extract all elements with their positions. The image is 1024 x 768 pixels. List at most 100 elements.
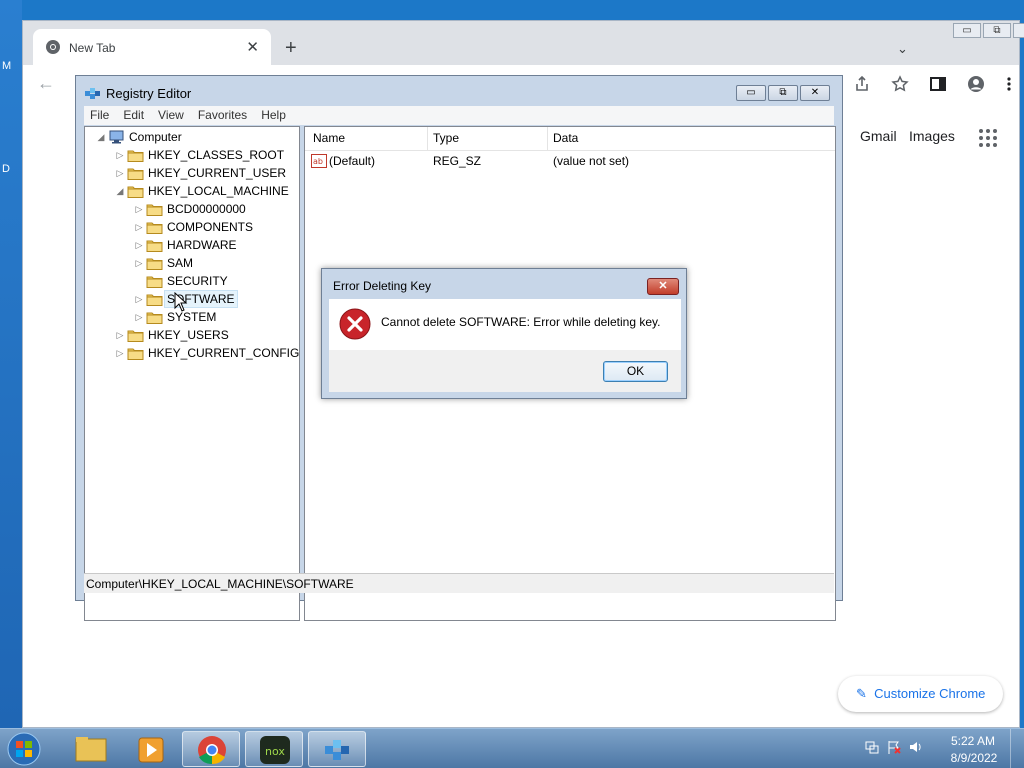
error-icon [339, 308, 371, 340]
expand-toggle-icon[interactable]: ▷ [134, 254, 144, 272]
tree-node-label: HKEY_LOCAL_MACHINE [148, 184, 289, 198]
folder-icon [146, 222, 163, 234]
tree-node[interactable]: ▷ SAM [85, 254, 299, 272]
expand-toggle-icon[interactable]: ▷ [115, 164, 125, 182]
start-button-icon[interactable] [4, 731, 44, 767]
sidebar-icon[interactable] [929, 75, 947, 93]
close-button[interactable]: ✕ [800, 85, 830, 101]
chrome-tab-strip: New Tab ✕ + ⌄ ▭⧉✕ [23, 21, 1024, 65]
customize-chrome-button[interactable]: ✎ Customize Chrome [838, 676, 1003, 712]
close-button[interactable]: ✕ [1013, 23, 1024, 38]
folder-icon [146, 294, 163, 306]
menu-favorites[interactable]: Favorites [198, 106, 247, 125]
profile-icon[interactable] [967, 75, 985, 93]
toolbar-icons [853, 75, 1013, 97]
flag-icon[interactable] [886, 739, 902, 755]
dialog-close-button[interactable]: ✕ [647, 278, 679, 295]
status-path: Computer\HKEY_LOCAL_MACHINE\SOFTWARE [86, 577, 354, 591]
nox-label: nox [265, 745, 285, 758]
menu-edit[interactable]: Edit [123, 106, 144, 125]
column-header-name[interactable]: Name [313, 131, 345, 145]
expand-toggle-icon[interactable]: ▷ [115, 146, 125, 164]
google-apps-icon[interactable] [979, 129, 997, 147]
tab-new-tab[interactable]: New Tab ✕ [33, 29, 271, 65]
chrome-icon[interactable] [182, 731, 240, 767]
tree-node[interactable]: ▷ HKEY_CURRENT_CONFIG [85, 344, 299, 362]
tree-node[interactable]: ◢ Computer [85, 128, 299, 146]
minimize-button[interactable]: ▭ [953, 23, 981, 38]
expand-toggle-icon[interactable]: ▷ [115, 326, 125, 344]
tab-search-chevron-icon[interactable]: ⌄ [897, 41, 908, 57]
expand-toggle-icon[interactable]: ◢ [115, 182, 125, 200]
menu-help[interactable]: Help [261, 106, 286, 125]
gmail-link[interactable]: Gmail [860, 128, 897, 144]
taskbar: nox 5:22 AM 8/9/2022 [0, 728, 1024, 768]
desktop-icon-label: D [2, 163, 10, 175]
clock-date[interactable]: 8/9/2022 [946, 751, 1002, 765]
tree-node[interactable]: ▷ HKEY_CLASSES_ROOT [85, 146, 299, 164]
expand-toggle-icon[interactable]: ◢ [96, 128, 106, 146]
list-header: Name Type Data [305, 127, 835, 151]
tab-close-icon[interactable]: ✕ [246, 38, 259, 56]
tree-node[interactable]: ▷ BCD00000000 [85, 200, 299, 218]
tree-node-label: HARDWARE [167, 238, 237, 252]
tree-node-label: BCD00000000 [167, 202, 246, 216]
media-player-icon[interactable] [122, 731, 180, 767]
ok-button[interactable]: OK [603, 361, 668, 382]
share-icon[interactable] [853, 75, 871, 93]
expand-toggle-icon[interactable]: ▷ [134, 290, 144, 308]
expand-toggle-icon[interactable]: ▷ [134, 308, 144, 326]
new-tab-button[interactable]: + [285, 38, 297, 58]
expand-toggle-icon[interactable]: ▷ [134, 236, 144, 254]
string-value-icon: ab [311, 154, 327, 168]
windows-explorer-icon[interactable] [62, 731, 120, 767]
computer-icon [109, 130, 124, 144]
column-header-data[interactable]: Data [553, 131, 578, 145]
registry-tree[interactable]: ◢ Computer ▷ HKEY_CLASSES_ROOT ▷ HKEY_CURRENT… [84, 126, 300, 621]
folder-icon [127, 168, 144, 180]
folder-icon [127, 348, 144, 360]
desktop-background: M D [0, 0, 22, 728]
tree-node[interactable]: ▷ SYSTEM [85, 308, 299, 326]
back-arrow-icon[interactable]: ← [37, 73, 55, 94]
folder-icon [146, 204, 163, 216]
minimize-button[interactable]: ▭ [736, 85, 766, 101]
folder-icon [146, 258, 163, 270]
tab-title: New Tab [69, 41, 116, 55]
tree-node[interactable]: ▷ COMPONENTS [85, 218, 299, 236]
column-header-type[interactable]: Type [433, 131, 459, 145]
registry-editor-icon [85, 88, 100, 99]
tree-node[interactable]: ▷ HKEY_USERS [85, 326, 299, 344]
tree-node[interactable]: ▷ HARDWARE [85, 236, 299, 254]
tree-node-label: HKEY_CLASSES_ROOT [148, 148, 285, 162]
tree-node-label: SECURITY [167, 274, 228, 288]
menu-view[interactable]: View [158, 106, 184, 125]
restore-button[interactable]: ⧉ [768, 85, 798, 101]
expand-toggle-icon[interactable]: ▷ [134, 218, 144, 236]
volume-icon[interactable] [908, 739, 924, 755]
window-title: Registry Editor [106, 86, 192, 101]
expand-toggle-icon[interactable]: ▷ [134, 200, 144, 218]
folder-icon [127, 150, 144, 162]
tree-node[interactable]: ▷ HKEY_CURRENT_USER [85, 164, 299, 182]
kebab-menu-icon[interactable] [1005, 75, 1013, 93]
restore-button[interactable]: ⧉ [983, 23, 1011, 38]
star-icon[interactable] [891, 75, 909, 93]
tree-node[interactable]: SECURITY [85, 272, 299, 290]
list-item[interactable]: ab (Default) REG_SZ (value not set) [305, 153, 835, 171]
menu-file[interactable]: File [90, 106, 109, 125]
folder-icon [146, 240, 163, 252]
network-icon[interactable] [864, 739, 880, 755]
error-dialog: Error Deleting Key ✕ Cannot delete SOFTW… [321, 268, 687, 399]
registry-editor-icon[interactable] [308, 731, 366, 767]
tree-node[interactable]: ▷ SOFTWARE [85, 290, 299, 308]
show-desktop-button[interactable] [1010, 729, 1024, 768]
images-link[interactable]: Images [909, 128, 955, 144]
tree-node[interactable]: ◢ HKEY_LOCAL_MACHINE [85, 182, 299, 200]
clock-time[interactable]: 5:22 AM [950, 734, 996, 748]
desktop-icon-label: M [2, 60, 12, 72]
nox-player-icon[interactable]: nox [245, 731, 303, 767]
status-bar: Computer\HKEY_LOCAL_MACHINE\SOFTWARE [84, 573, 834, 593]
value-type: REG_SZ [433, 154, 482, 168]
expand-toggle-icon[interactable]: ▷ [115, 344, 125, 362]
